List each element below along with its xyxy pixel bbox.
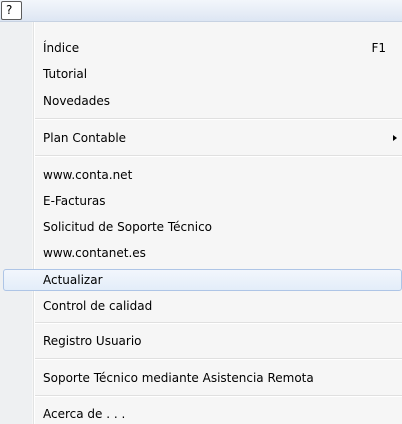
submenu-arrow-icon: [393, 135, 397, 141]
menu-item-label: Plan Contable: [43, 131, 127, 145]
menu-item-label: Novedades: [43, 94, 111, 108]
menu-item-label: Control de calidad: [43, 299, 153, 313]
menu-item-label: E-Facturas: [43, 194, 106, 208]
menu-item-tutorial[interactable]: Tutorial: [0, 63, 402, 85]
menu-item-e-facturas[interactable]: E-Facturas: [0, 190, 402, 212]
menu-item-registro-usuario[interactable]: Registro Usuario: [0, 330, 402, 352]
menu-item-label: Solicitud de Soporte Técnico: [43, 220, 213, 234]
menu-separator: [35, 155, 402, 157]
menu-item-www-contanet-es[interactable]: www.contanet.es: [0, 242, 402, 264]
menu-item-label: Índice: [43, 41, 80, 55]
menu-separator: [35, 118, 402, 120]
menu-item-label: Acerca de . . .: [43, 407, 126, 421]
application-window: ? Índice F1 Tutorial Novedades Plan Cont…: [0, 0, 402, 424]
menu-separator: [35, 358, 402, 360]
menu-item-acerca-de[interactable]: Acerca de . . .: [0, 403, 402, 424]
help-menu-button[interactable]: ?: [1, 1, 22, 20]
menu-item-label: www.contanet.es: [43, 246, 146, 260]
menu-item-www-conta-net[interactable]: www.conta.net: [0, 164, 402, 186]
menu-item-control-calidad[interactable]: Control de calidad: [0, 295, 402, 317]
menu-item-actualizar[interactable]: Actualizar: [3, 269, 402, 291]
menu-item-label: Tutorial: [43, 67, 88, 81]
menu-item-label: Actualizar: [43, 273, 103, 287]
menu-item-label: www.conta.net: [43, 168, 133, 182]
menu-separator: [35, 395, 402, 397]
menu-item-indice[interactable]: Índice F1: [0, 37, 402, 59]
help-dropdown-menu: Índice F1 Tutorial Novedades Plan Contab…: [0, 22, 402, 424]
menu-item-label: Soporte Técnico mediante Asistencia Remo…: [43, 371, 314, 385]
menu-bar: ?: [0, 0, 402, 22]
menu-item-label: Registro Usuario: [43, 334, 142, 348]
menu-item-asistencia-remota[interactable]: Soporte Técnico mediante Asistencia Remo…: [0, 367, 402, 389]
menu-item-novedades[interactable]: Novedades: [0, 90, 402, 112]
menu-item-plan-contable[interactable]: Plan Contable: [0, 127, 402, 149]
menu-separator: [35, 322, 402, 324]
menu-item-solicitud-soporte[interactable]: Solicitud de Soporte Técnico: [0, 216, 402, 238]
menu-item-shortcut: F1: [371, 41, 386, 55]
